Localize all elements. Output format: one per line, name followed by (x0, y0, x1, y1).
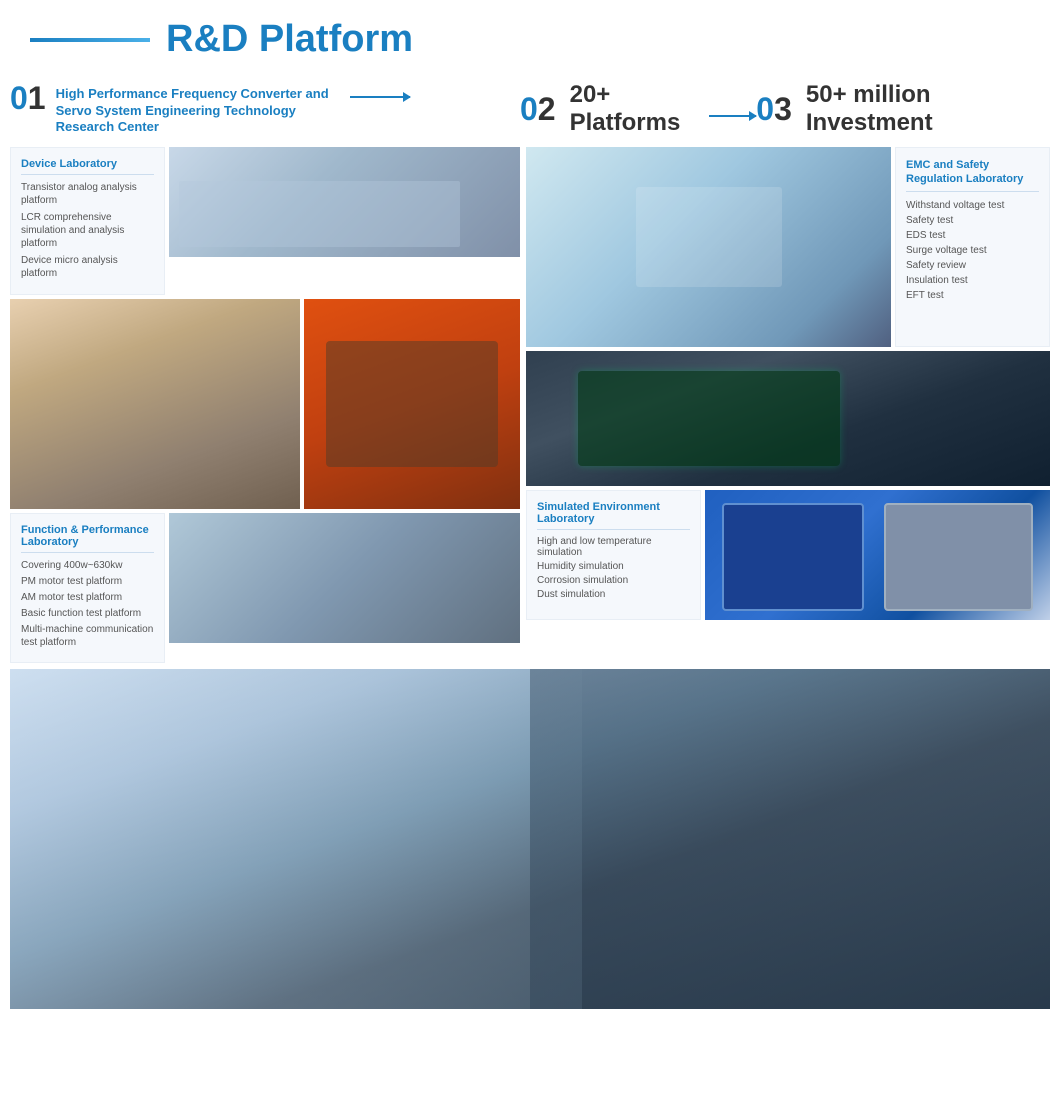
lab-worker-image (526, 147, 891, 347)
func-lab-item-5: Multi-machine communication test platfor… (21, 623, 154, 649)
emc-item-2: Safety test (906, 215, 1039, 226)
section-3-label: 0 3 50+ million Investment (756, 81, 1050, 137)
factory-image-1 (10, 299, 300, 509)
emc-item-1: Withstand voltage test (906, 200, 1039, 211)
device-lab-title: Device Laboratory (21, 158, 154, 175)
page-title: R&D Platform (166, 18, 413, 61)
section-1-text: High Performance Frequency Converter and… (56, 82, 336, 137)
emc-item-7: EFT test (906, 290, 1039, 301)
sim-env-item-4: Dust simulation (537, 589, 690, 600)
section-1-arrow (350, 96, 410, 98)
device-lab-info: Device Laboratory Transistor analog anal… (10, 147, 165, 295)
emc-item-6: Insulation test (906, 275, 1039, 286)
section-1-num: 0 1 (10, 82, 46, 114)
device-lab-image (169, 147, 520, 257)
section-2-num: 0 2 (520, 93, 556, 125)
factory-image-2 (304, 299, 520, 509)
func-lab-item-1: Covering 400w~630kw (21, 559, 154, 572)
func-lab-row: Function & Performance Laboratory Coveri… (10, 513, 520, 663)
sim-env-image (705, 490, 1050, 620)
device-lab-item-2: LCR comprehensive simulation and analysi… (21, 211, 154, 250)
section-3-num: 0 3 (756, 93, 792, 125)
func-lab-item-2: PM motor test platform (21, 575, 154, 588)
factory-images-row (10, 299, 520, 509)
func-lab-item-4: Basic function test platform (21, 607, 154, 620)
oscilloscope-image (526, 351, 1050, 486)
section-3-text: 50+ million Investment (806, 81, 1050, 137)
section-2-label: 0 2 20+ Platforms (520, 81, 756, 137)
sim-env-item-1: High and low temperature simulation (537, 536, 690, 558)
bottom-workshop-image (10, 669, 1050, 1009)
device-lab-item-3: Device micro analysis platform (21, 254, 154, 280)
emc-item-3: EDS test (906, 230, 1039, 241)
bottom-image-container (0, 663, 1060, 1009)
page-header: R&D Platform (0, 0, 1060, 71)
main-content: Device Laboratory Transistor analog anal… (0, 147, 1060, 663)
sim-env-row: Simulated Environment Laboratory High an… (526, 490, 1050, 620)
left-panel: Device Laboratory Transistor analog anal… (10, 147, 520, 663)
device-lab-item-1: Transistor analog analysis platform (21, 181, 154, 207)
func-lab-title: Function & Performance Laboratory (21, 524, 154, 553)
section-labels-row: 0 1 High Performance Frequency Converter… (0, 71, 1060, 147)
right-panel: EMC and Safety Regulation Laboratory Wit… (526, 147, 1050, 663)
emc-lab-title: EMC and Safety Regulation Laboratory (906, 158, 1039, 192)
emc-item-5: Safety review (906, 260, 1039, 271)
right-top-row: EMC and Safety Regulation Laboratory Wit… (526, 147, 1050, 347)
section-2-text: 20+ Platforms (570, 81, 694, 137)
sim-env-info: Simulated Environment Laboratory High an… (526, 490, 701, 620)
header-accent-line (30, 38, 150, 42)
sim-env-item-3: Corrosion simulation (537, 575, 690, 586)
device-lab-row: Device Laboratory Transistor analog anal… (10, 147, 520, 295)
emc-lab-info: EMC and Safety Regulation Laboratory Wit… (895, 147, 1050, 347)
emc-item-4: Surge voltage test (906, 245, 1039, 256)
func-lab-info: Function & Performance Laboratory Coveri… (10, 513, 165, 663)
sim-env-item-2: Humidity simulation (537, 561, 690, 572)
sim-env-title: Simulated Environment Laboratory (537, 501, 690, 530)
func-lab-image (169, 513, 520, 643)
section-2-arrow (709, 115, 756, 117)
func-lab-item-3: AM motor test platform (21, 591, 154, 604)
section-1-label: 0 1 High Performance Frequency Converter… (10, 82, 520, 137)
